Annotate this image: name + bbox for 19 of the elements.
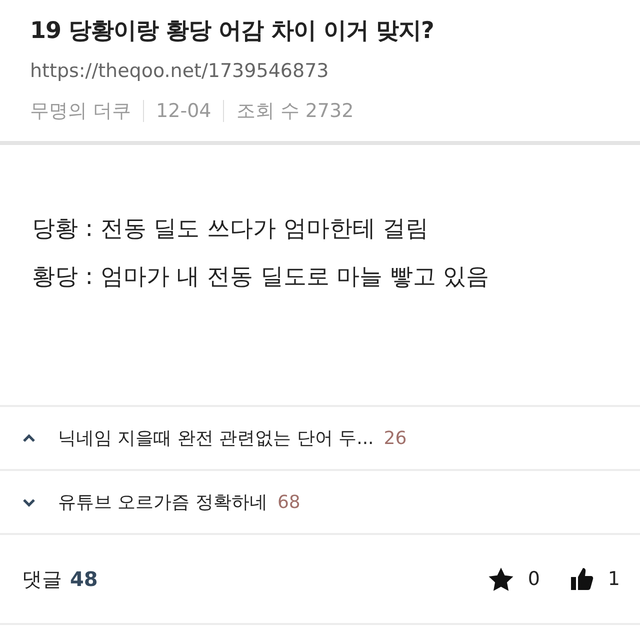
post-date: 12-04 [156,100,212,122]
author-name: 무명의 더쿠 [30,99,132,124]
caret-icon[interactable] [22,496,36,508]
comment-count: 48 [70,567,98,591]
body-text-line: 황당 : 엄마가 내 전동 딜도로 마늘 빻고 있음 [32,263,490,292]
view-count: 조회 수 2732 [236,99,354,124]
adjacent-post-link[interactable]: 유튜브 오르가즘 정확하네 [58,492,268,513]
body-text-line: 당황 : 전동 딜도 쓰다가 엄마한테 걸림 [32,215,430,244]
post-url[interactable]: https://theqoo.net/1739546873 [30,58,610,84]
post-title: 19 당황이랑 황당 어감 차이 이거 맞지? [30,17,435,46]
thumbs-up-icon[interactable] [570,567,594,591]
comment-count: 68 [277,492,300,513]
comments-label: 댓글 [22,566,62,592]
caret-icon[interactable] [22,432,36,444]
like-count: 1 [608,568,620,590]
star-count: 0 [528,568,540,590]
adjacent-post-link[interactable]: 닉네임 지을때 완전 관련없는 단어 두... [58,428,374,449]
comment-count: 26 [384,428,407,449]
star-icon[interactable] [488,566,514,592]
